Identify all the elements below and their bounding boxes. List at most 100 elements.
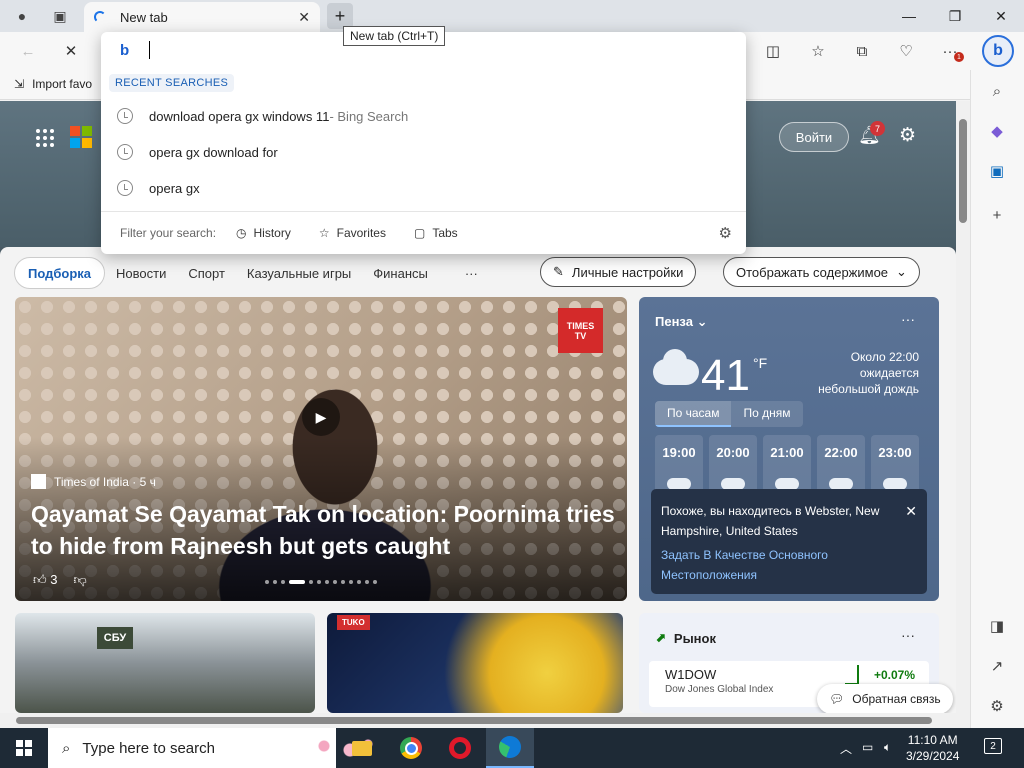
hour-slot: 19:00 xyxy=(655,435,703,495)
news-feed: Подборка Новости Спорт Казуальные игры Ф… xyxy=(0,247,956,713)
split-screen-icon[interactable]: ◫ xyxy=(761,40,785,62)
dislike-button[interactable]: 👎︎ xyxy=(73,572,86,588)
history-icon xyxy=(117,180,133,196)
search-icon[interactable]: ⌕ xyxy=(985,80,1009,102)
weather-more-icon[interactable]: ··· xyxy=(901,311,915,327)
horizontal-scrollbar[interactable] xyxy=(0,713,970,728)
minimize-button[interactable]: — xyxy=(886,0,932,32)
feedback-label: Обратная связь xyxy=(852,692,941,706)
display-content-dropdown[interactable]: Отображать содержимое ⌄ xyxy=(723,257,920,287)
news-card-anime[interactable]: TUKO xyxy=(327,613,623,713)
start-button[interactable] xyxy=(0,728,48,768)
location-popup-text: Похоже, вы находитесь в Webster, New Ham… xyxy=(661,504,880,538)
add-sidebar-app-icon[interactable]: + xyxy=(985,204,1009,226)
tab-sport[interactable]: Спорт xyxy=(177,266,236,281)
news-card-soldiers[interactable]: СБУ xyxy=(15,613,315,713)
hide-sidebar-icon[interactable]: ◨ xyxy=(985,615,1009,637)
chevron-down-icon: ⌄ xyxy=(896,264,907,279)
page-settings-gear-icon[interactable]: ⚙ xyxy=(899,124,916,147)
back-button[interactable]: ← xyxy=(16,40,40,62)
filter-favorites[interactable]: ☆ Favorites xyxy=(319,226,386,240)
times-logo-tv: TV xyxy=(574,330,587,341)
filter-tabs[interactable]: ▢ Tabs xyxy=(414,226,458,240)
scrollbar-thumb[interactable] xyxy=(959,119,967,223)
open-external-icon[interactable]: ↗ xyxy=(985,655,1009,677)
tab-news[interactable]: Новости xyxy=(105,266,177,281)
market-more-icon[interactable]: ··· xyxy=(901,627,915,643)
sign-in-button[interactable]: Войти xyxy=(779,122,849,152)
show-hidden-icons-chevron-icon[interactable]: ︿ xyxy=(840,740,852,757)
close-icon[interactable]: ✕ xyxy=(905,501,917,521)
personalize-icon: ✎ xyxy=(553,264,564,279)
browser-essentials-icon[interactable]: ♡ xyxy=(894,40,918,62)
windows-taskbar: ⌕ Type here to search ︿ ▭ 🔈︎ 11:10 AM 3/… xyxy=(0,728,1024,768)
notification-center-icon[interactable]: 2 xyxy=(984,738,1002,754)
forecast-line-1: Около 22:00 xyxy=(850,350,919,364)
market-trend-icon: ⬈ xyxy=(655,630,666,645)
hero-headline[interactable]: Qayamat Se Qayamat Tak on location: Poor… xyxy=(31,498,621,562)
market-change: +0.07% xyxy=(873,668,915,682)
restore-button[interactable]: ❐ xyxy=(932,0,978,32)
tab-hourly[interactable]: По часам xyxy=(655,401,732,427)
copilot-sidebar-icon[interactable]: ◆ xyxy=(985,120,1009,142)
tab-casual-games[interactable]: Казуальные игры xyxy=(236,266,362,281)
stop-loading-button[interactable]: ✕ xyxy=(59,40,83,62)
weather-temperature: 41 xyxy=(701,351,750,400)
app-launcher-icon[interactable] xyxy=(36,129,54,147)
scrollbar-thumb[interactable] xyxy=(16,717,932,724)
feedback-button[interactable]: 💬︎ Обратная связь xyxy=(817,684,953,713)
suggestion-item[interactable]: download opera gx windows 11 - Bing Sear… xyxy=(101,98,746,134)
personalize-button[interactable]: ✎ Личные настройки xyxy=(540,257,697,287)
file-explorer-app[interactable] xyxy=(338,728,386,768)
hour-label: 22:00 xyxy=(824,445,858,460)
tab-more[interactable]: ··· xyxy=(439,266,489,281)
volume-icon[interactable]: 🔈︎ xyxy=(884,740,891,755)
personalize-label: Личные настройки xyxy=(571,264,684,280)
vertical-tabs-icon[interactable]: ▣ xyxy=(49,5,71,27)
tab-new-tab[interactable]: New tab ✕ xyxy=(84,2,320,32)
close-tab-icon[interactable]: ✕ xyxy=(298,9,310,26)
source-label: Times of India · 5 ч xyxy=(54,474,156,489)
tab-selected[interactable]: Подборка xyxy=(14,257,106,289)
bing-icon: b xyxy=(120,42,130,59)
forecast-line-3: небольшой дождь xyxy=(818,382,919,396)
microsoft-logo-icon[interactable] xyxy=(70,126,92,148)
close-window-button[interactable]: ✕ xyxy=(978,0,1024,32)
chrome-icon xyxy=(400,737,422,759)
taskbar-search-box[interactable]: ⌕ Type here to search xyxy=(48,728,378,768)
edge-sidebar: ⌕ ◆ ▣ + ◨ ↗ ⚙ xyxy=(970,70,1024,728)
vertical-scrollbar[interactable] xyxy=(956,101,970,713)
import-favorites-button[interactable]: ⇲ Import favo xyxy=(14,77,92,91)
network-icon[interactable]: ▭ xyxy=(862,740,873,754)
edge-app[interactable] xyxy=(486,728,534,768)
suggestion-item[interactable]: opera gx xyxy=(101,170,746,206)
profile-icon[interactable]: ● xyxy=(11,5,33,27)
filter-history-label: History xyxy=(253,226,291,240)
suggestion-item[interactable]: opera gx download for xyxy=(101,134,746,170)
weather-city[interactable]: Пенза ⌄ xyxy=(655,314,707,330)
opera-app[interactable] xyxy=(436,728,484,768)
thumbs-up-icon: 👍︎ xyxy=(33,572,47,587)
outlook-icon[interactable]: ▣ xyxy=(985,160,1009,182)
set-location-link[interactable]: Задать В Качестве Основного Местоположен… xyxy=(661,545,897,585)
like-count: 3 xyxy=(50,572,58,587)
chrome-app[interactable] xyxy=(387,728,435,768)
collections-icon[interactable]: ⧉ xyxy=(850,40,874,62)
carousel-indicator[interactable] xyxy=(265,580,377,584)
search-filter-bar: Filter your search: ◷ History ☆ Favorites … xyxy=(101,211,746,254)
filter-history[interactable]: ◷ History xyxy=(236,226,291,240)
like-button[interactable]: 👍︎ 3 xyxy=(33,572,57,588)
system-clock[interactable]: 11:10 AM 3/29/2024 xyxy=(906,732,959,764)
play-video-icon[interactable]: ▶ xyxy=(302,398,340,436)
tab-daily[interactable]: По дням xyxy=(731,401,803,427)
clock-time: 11:10 AM xyxy=(907,733,958,747)
address-input-caret[interactable] xyxy=(149,41,150,59)
sidebar-settings-icon[interactable]: ⚙ xyxy=(985,695,1009,717)
hero-news-card[interactable]: TIMES TV ▶ Times of India · 5 ч Qayamat … xyxy=(15,297,627,601)
folder-icon xyxy=(352,740,372,756)
search-settings-gear-icon[interactable]: ⚙ xyxy=(719,224,732,242)
tab-finance[interactable]: Финансы xyxy=(362,266,439,281)
copilot-icon[interactable]: b xyxy=(982,35,1014,67)
favorites-star-icon[interactable]: ☆ xyxy=(806,40,830,62)
weather-forecast[interactable]: Около 22:00 ожидается небольшой дождь xyxy=(801,349,919,397)
